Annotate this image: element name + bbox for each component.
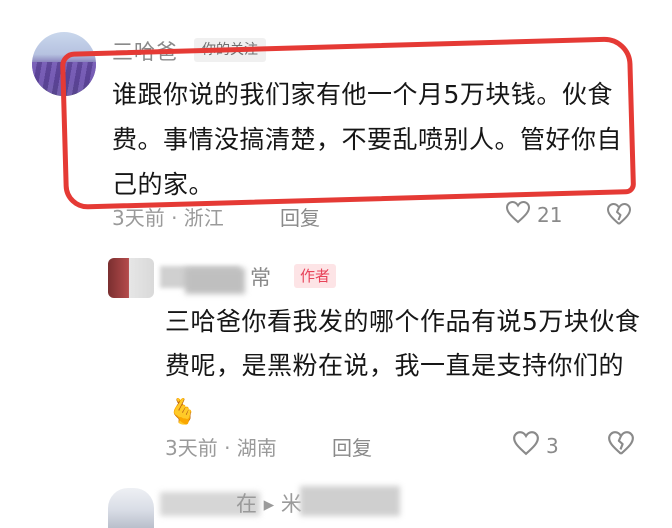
comment-text-body: 三哈爸你看我发的哪个作品有说5万块伙食费呢，是黑粉在说，我一直是支持你们的	[165, 307, 641, 380]
comment-meta: 3天前 · 湖南	[165, 436, 277, 460]
like-button[interactable]: 21	[505, 200, 562, 229]
broken-heart-icon	[606, 203, 632, 230]
avatar[interactable]	[108, 258, 154, 298]
like-button[interactable]: 3	[512, 430, 559, 461]
heart-outline-icon	[512, 430, 540, 461]
blurred-username	[300, 486, 400, 516]
heart-outline-icon	[505, 200, 531, 229]
comment-meta: 3天前 · 浙江	[112, 206, 224, 230]
finger-heart-emoji-icon: 🫰	[167, 397, 199, 426]
author-badge: 作者	[294, 264, 337, 288]
dislike-button[interactable]	[606, 202, 632, 230]
red-highlight-annotation	[59, 36, 637, 210]
reply-button[interactable]: 回复	[280, 202, 320, 231]
like-count: 3	[546, 433, 559, 458]
username[interactable]: 在 ▸ 米	[236, 488, 302, 518]
reply-button[interactable]: 回复	[332, 432, 372, 461]
avatar[interactable]	[108, 488, 154, 528]
like-count: 21	[537, 202, 563, 227]
dislike-button[interactable]	[607, 430, 635, 460]
blurred-username	[185, 268, 245, 294]
comment-text: 三哈爸你看我发的哪个作品有说5万块伙食费呢，是黑粉在说，我一直是支持你们的 🫰	[165, 300, 645, 432]
broken-heart-icon	[607, 431, 635, 460]
username[interactable]: 常	[250, 262, 271, 292]
